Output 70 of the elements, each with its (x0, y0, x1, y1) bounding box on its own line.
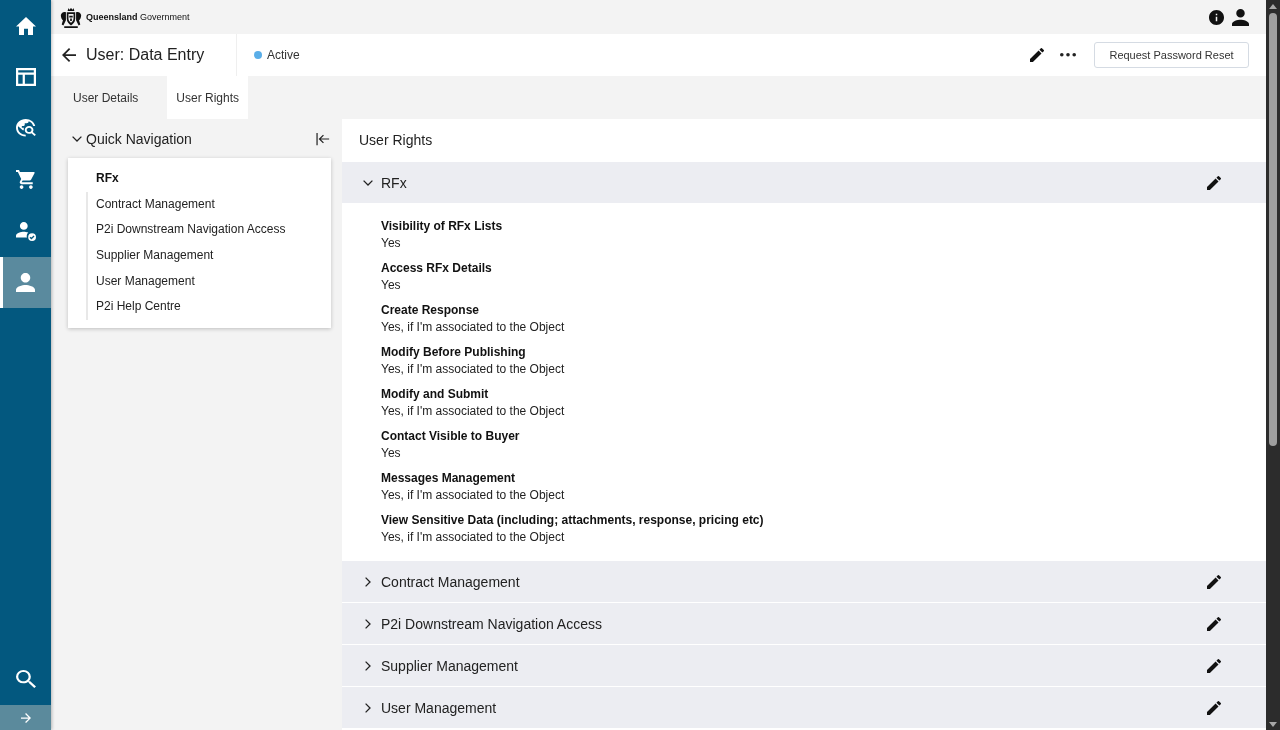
quick-navigation-link[interactable]: P2i Downstream Navigation Access (86, 217, 331, 244)
more-button[interactable] (1060, 53, 1076, 57)
field-label: Modify Before Publishing (381, 344, 526, 361)
more-icon (1060, 53, 1076, 57)
accordion-toggle[interactable]: Contract Management (363, 573, 520, 590)
user-icon (16, 273, 35, 293)
edit-button[interactable] (1207, 700, 1221, 715)
accordion-toggle[interactable]: P2i Downstream Navigation Access (363, 615, 602, 632)
scroll-down-arrow-icon (1269, 722, 1277, 727)
field-value: Yes (381, 277, 401, 294)
tab[interactable]: User Details (64, 76, 148, 119)
cart-icon (15, 170, 36, 190)
info-button[interactable] (1209, 9, 1224, 25)
edit-button[interactable] (1030, 48, 1044, 62)
user-check-icon (15, 221, 36, 241)
field-label: View Sensitive Data (including; attachments, response, pricing etc) (381, 512, 764, 529)
field-value: Yes (381, 445, 401, 462)
globe-search-icon (15, 119, 36, 138)
pencil-icon (1030, 48, 1044, 62)
quick-navigation-link[interactable]: Contract Management (86, 191, 331, 218)
search-icon (15, 670, 36, 689)
request-password-reset-button[interactable]: Request Password Reset (1094, 42, 1249, 68)
arrow-left-icon (62, 48, 76, 62)
field-value: Yes (381, 235, 401, 252)
accordion-toggle[interactable]: Supplier Management (363, 657, 518, 674)
field-value: Yes, if I'm associated to the Object (381, 529, 565, 546)
accordion-toggle[interactable]: RFx (363, 174, 407, 191)
edit-button[interactable] (1207, 175, 1221, 190)
field-label: Messages Management (381, 470, 516, 487)
field-label: Create Response (381, 302, 480, 319)
pencil-icon (1207, 175, 1221, 190)
field-label: Access RFx Details (381, 260, 492, 277)
field-value: Yes, if I'm associated to the Object (381, 361, 565, 378)
quick-navigation-link[interactable]: RFx (86, 166, 331, 192)
pencil-icon (1207, 574, 1221, 589)
field-value: Yes, if I'm associated to the Object (381, 403, 565, 420)
scroll-up-arrow-icon (1269, 4, 1277, 9)
home-icon (15, 16, 36, 35)
tab[interactable]: User Rights (167, 76, 249, 119)
quick-navigation-link[interactable]: User Management (86, 268, 331, 295)
collapse-panel-button[interactable] (316, 131, 330, 146)
pencil-icon (1207, 700, 1221, 715)
field-label: Modify and Submit (381, 386, 489, 403)
edit-button[interactable] (1207, 658, 1221, 673)
back-button[interactable] (62, 48, 76, 62)
user-button[interactable] (0, 256, 51, 309)
page-title: User: Data Entry (86, 46, 205, 64)
collapse-left-icon (316, 131, 330, 146)
pencil-icon (1207, 616, 1221, 631)
accordion-toggle[interactable]: User Management (363, 699, 497, 716)
edit-button[interactable] (1207, 616, 1221, 631)
logo-text: Queensland Government (86, 12, 190, 22)
crest-icon (60, 6, 82, 28)
user-icon (1232, 8, 1249, 26)
arrow-right-icon (20, 712, 31, 723)
scrollbar-thumb[interactable] (1269, 13, 1277, 446)
quick-navigation-link[interactable]: Supplier Management (86, 243, 331, 269)
quick-navigation-toggle[interactable]: Quick Navigation (72, 130, 192, 147)
section-title: User Rights (358, 131, 434, 150)
layout-icon (15, 68, 36, 87)
field-value: Yes, if I'm associated to the Object (381, 487, 565, 504)
field-value: Yes, if I'm associated to the Object (381, 319, 565, 336)
field-label: Contact Visible to Buyer (381, 428, 520, 445)
info-icon (1209, 9, 1224, 25)
quick-navigation-link[interactable]: P2i Help Centre (86, 294, 331, 321)
edit-button[interactable] (1207, 574, 1221, 589)
field-label: Visibility of RFx Lists (381, 218, 503, 235)
status-text: Active (267, 48, 300, 62)
status-dot-icon (254, 51, 262, 59)
pencil-icon (1207, 658, 1221, 673)
